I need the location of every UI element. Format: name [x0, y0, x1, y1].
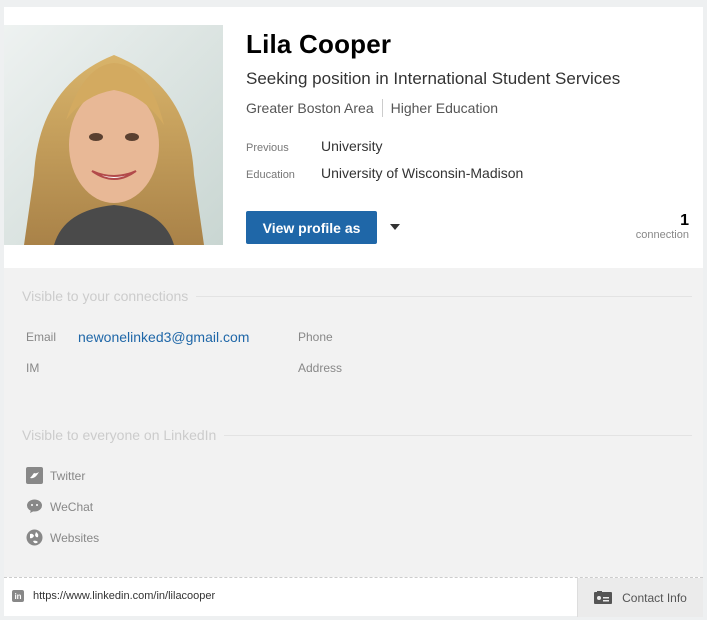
previous-label: Previous	[246, 142, 289, 154]
profile-photo-image	[4, 25, 223, 245]
linkedin-icon: in	[12, 590, 24, 602]
connection-label: connection	[635, 229, 689, 241]
location-link[interactable]: Greater Boston Area	[246, 100, 374, 116]
email-link[interactable]: newonelinked3@gmail.com	[78, 329, 249, 345]
im-label: IM	[26, 361, 40, 375]
profile-photo[interactable]	[4, 25, 223, 245]
previous-row: Previous University	[246, 138, 382, 154]
meta-divider	[381, 99, 383, 117]
twitter-label: Twitter	[50, 468, 86, 483]
websites-item[interactable]: Websites	[26, 529, 99, 546]
email-label: Email	[26, 330, 57, 344]
address-label: Address	[298, 361, 343, 375]
wechat-label: WeChat	[50, 499, 94, 514]
chevron-down-icon[interactable]	[385, 217, 405, 237]
previous-value[interactable]: University	[321, 138, 382, 154]
education-label: Education	[246, 169, 295, 181]
twitter-item[interactable]: Twitter	[26, 467, 85, 484]
profile-top-card: Lila Cooper Seeking position in Internat…	[4, 7, 703, 268]
profile-headline: Seeking position in International Studen…	[246, 69, 621, 88]
connection-number: 1	[680, 212, 689, 229]
wechat-item[interactable]: WeChat	[26, 498, 93, 515]
contact-info-panel: Visible to your connections Email newone…	[4, 268, 703, 577]
phone-label: Phone	[298, 330, 333, 344]
globe-icon	[26, 529, 43, 546]
education-row: Education University of Wisconsin-Madiso…	[246, 165, 523, 181]
view-profile-as-button[interactable]: View profile as	[246, 211, 377, 244]
contact-info-label: Contact Info	[622, 590, 687, 605]
profile-footer: in https://www.linkedin.com/in/lilacoope…	[4, 577, 703, 617]
industry-link[interactable]: Higher Education	[391, 100, 498, 116]
contact-card-icon	[594, 591, 613, 604]
section-divider	[224, 434, 692, 436]
profile-name: Lila Cooper	[246, 29, 392, 59]
contact-info-button[interactable]: Contact Info	[577, 578, 703, 617]
connection-count[interactable]: 1 connection	[635, 212, 689, 242]
section-divider	[196, 295, 692, 297]
education-value[interactable]: University of Wisconsin-Madison	[321, 165, 523, 181]
public-section-title: Visible to everyone on LinkedIn	[22, 427, 692, 443]
public-url-text: https://www.linkedin.com/in/lilacooper	[33, 590, 216, 602]
public-profile-url[interactable]: in https://www.linkedin.com/in/lilacoope…	[12, 590, 215, 602]
profile-meta: Greater Boston Area Higher Education	[246, 99, 498, 117]
wechat-icon	[26, 498, 43, 515]
twitter-icon	[26, 467, 43, 484]
websites-label: Websites	[50, 530, 100, 545]
connections-section-title: Visible to your connections	[22, 288, 692, 304]
